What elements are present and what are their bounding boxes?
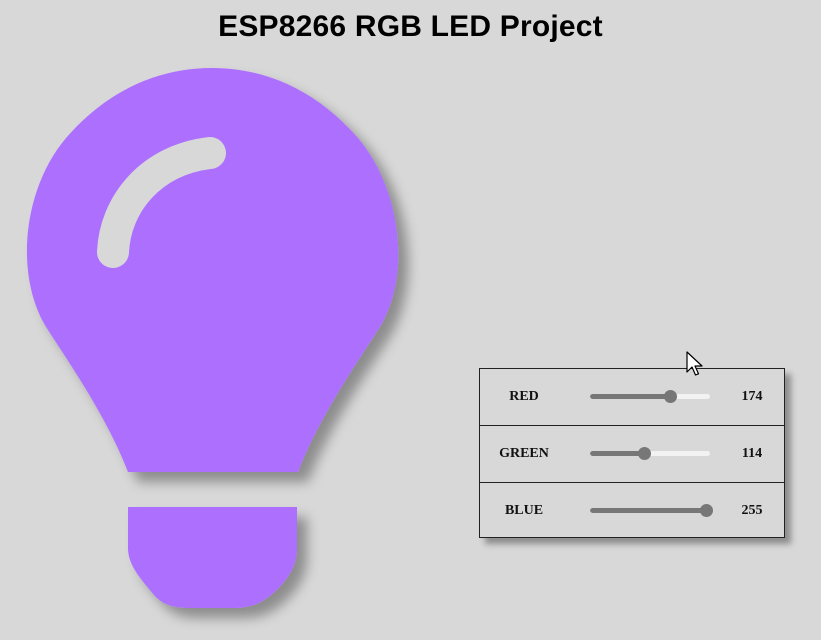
green-slider[interactable] — [590, 447, 710, 460]
slider-thumb[interactable] — [700, 504, 713, 517]
green-label: GREEN — [499, 446, 549, 461]
red-label: RED — [509, 389, 539, 404]
slider-fill — [590, 394, 670, 399]
bulb-glass — [26, 68, 399, 472]
green-value: 114 — [741, 446, 763, 461]
red-control-row: RED 174 — [480, 369, 784, 425]
blue-label: BLUE — [504, 503, 544, 518]
slider-fill — [590, 508, 706, 513]
red-value: 174 — [741, 389, 763, 404]
blue-slider[interactable] — [590, 504, 713, 517]
slider-thumb[interactable] — [638, 447, 651, 460]
slider-fill — [590, 451, 644, 456]
blue-control-row: BLUE 255 — [480, 482, 784, 538]
blue-value: 255 — [741, 503, 763, 518]
green-control-row: GREEN 114 — [480, 425, 784, 481]
lightbulb-icon — [26, 68, 399, 608]
slider-track — [590, 508, 710, 513]
red-slider[interactable] — [590, 390, 710, 403]
slider-track — [590, 394, 710, 399]
rgb-control-panel: RED 174 GREEN 114 BLUE 255 — [479, 368, 785, 538]
slider-thumb[interactable] — [664, 390, 677, 403]
mouse-pointer-icon — [686, 351, 703, 376]
bulb-base — [128, 507, 297, 608]
